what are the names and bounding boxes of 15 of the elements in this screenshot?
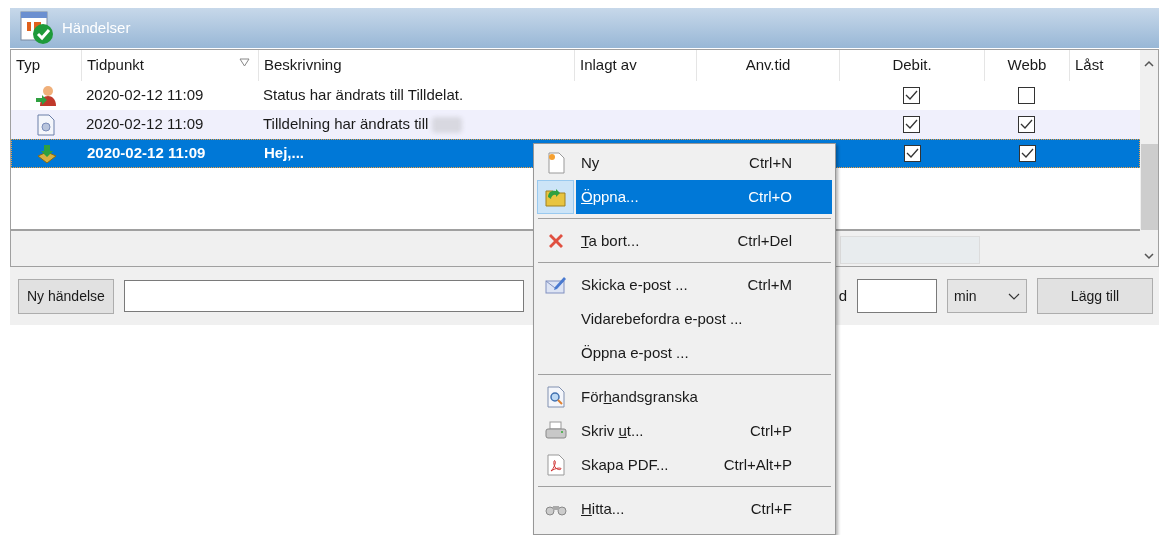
- shortcut-text: Ctrl+N: [749, 152, 792, 173]
- shortcut-text: Ctrl+Del: [737, 230, 792, 251]
- shortcut-text: Ctrl+M: [747, 274, 792, 295]
- shortcut-text: Ctrl+O: [748, 186, 792, 207]
- description-cell-text: Status har ändrats till Tilldelat.: [263, 85, 464, 106]
- panel-title: Händelser: [62, 17, 131, 38]
- shortcut-text: Ctrl+Alt+P: [723, 454, 792, 475]
- time-cell-text: 2020-02-12 11:09: [86, 114, 204, 135]
- time-cell-text: 2020-02-12 11:09: [86, 85, 204, 106]
- time-label: d: [838, 285, 847, 306]
- shortcut-text: Ctrl+P: [749, 420, 792, 441]
- time-cell-text: 2020-02-12 11:09: [87, 143, 206, 164]
- description-cell-text: Tilldelning har ändrats till: [263, 114, 429, 135]
- shortcut-text: Ctrl+F: [750, 498, 792, 519]
- description-cell-text: Hej,...: [264, 143, 304, 164]
